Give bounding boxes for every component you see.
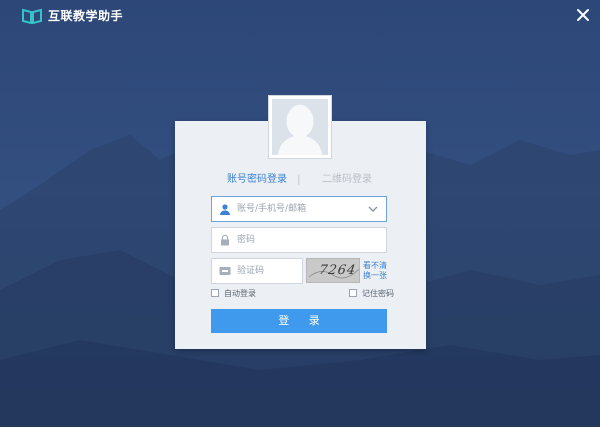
password-input[interactable]: 密码 bbox=[211, 227, 387, 253]
tab-account-login[interactable]: 账号密码登录 bbox=[227, 174, 287, 186]
remember-password-option[interactable]: 记住密码 bbox=[349, 289, 394, 299]
captcha-icon bbox=[219, 267, 231, 275]
remember-password-checkbox[interactable] bbox=[349, 289, 357, 297]
auto-login-checkbox[interactable] bbox=[211, 289, 219, 297]
username-input[interactable]: 账号/手机号/邮箱 bbox=[211, 196, 387, 222]
captcha-input[interactable]: 验证码 bbox=[211, 258, 303, 284]
close-icon[interactable] bbox=[574, 6, 592, 24]
avatar-silhouette-icon bbox=[272, 99, 328, 155]
username-placeholder: 账号/手机号/邮箱 bbox=[237, 204, 307, 214]
refresh-line-1: 看不清 bbox=[363, 261, 387, 270]
title-bar: 互联教学助手 bbox=[0, 0, 600, 32]
refresh-captcha-link[interactable]: 看不清 换一张 bbox=[363, 261, 387, 281]
lock-icon bbox=[221, 234, 229, 246]
auto-login-option[interactable]: 自动登录 bbox=[211, 289, 256, 299]
captcha-code: 7264 bbox=[318, 263, 358, 278]
remember-password-label: 记住密码 bbox=[362, 289, 394, 298]
login-tabs: 账号密码登录 | 二维码登录 bbox=[175, 172, 426, 188]
refresh-line-2: 换一张 bbox=[363, 271, 387, 280]
chevron-down-icon[interactable] bbox=[368, 205, 378, 213]
login-button[interactable]: 登 录 bbox=[211, 309, 387, 333]
captcha-image[interactable]: 7264 bbox=[306, 258, 360, 283]
password-placeholder: 密码 bbox=[237, 235, 256, 245]
user-icon bbox=[220, 204, 230, 215]
captcha-placeholder: 验证码 bbox=[237, 266, 265, 276]
avatar bbox=[268, 95, 332, 159]
app-title: 互联教学助手 bbox=[48, 9, 124, 23]
tab-qr-login[interactable]: 二维码登录 bbox=[322, 174, 372, 186]
book-logo-icon bbox=[22, 8, 42, 24]
tab-separator: | bbox=[297, 172, 301, 185]
auto-login-label: 自动登录 bbox=[224, 289, 256, 298]
